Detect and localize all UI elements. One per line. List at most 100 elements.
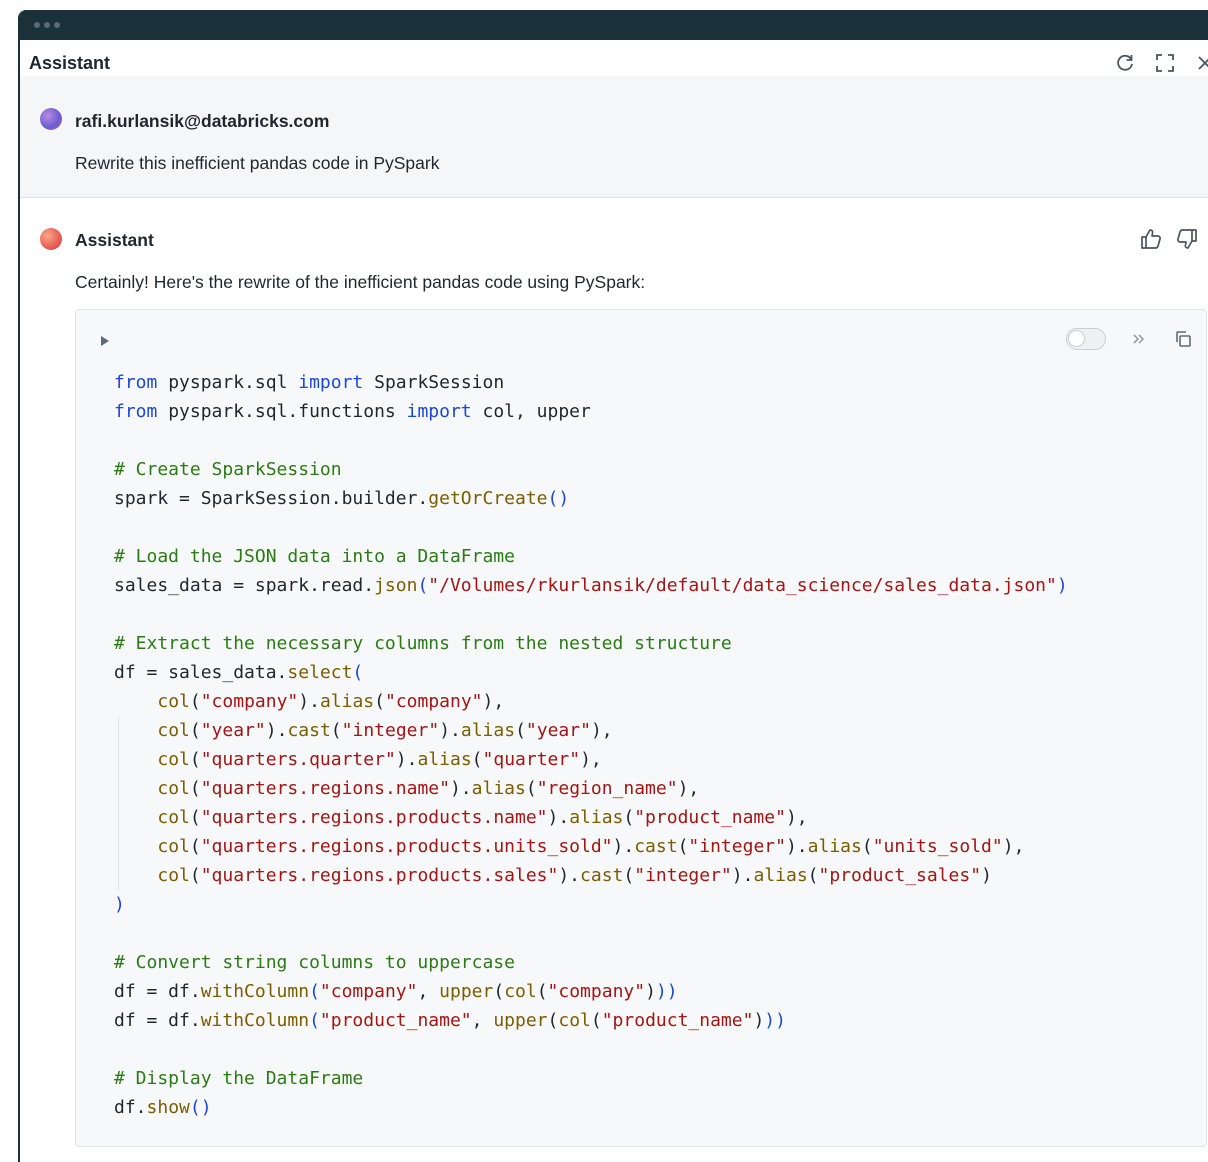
code-token: "year": [525, 720, 591, 741]
code-token: "region_name": [536, 778, 678, 799]
assistant-avatar: [40, 228, 62, 250]
code-line: df = sales_data.select(: [114, 658, 1068, 687]
code-token: pyspark.sql: [157, 372, 299, 393]
code-line: col("quarters.quarter").alias("quarter")…: [114, 745, 1068, 774]
code-token: "company": [319, 981, 418, 1002]
code-token: "year": [200, 720, 266, 741]
run-code-icon[interactable]: [100, 334, 112, 348]
code-token: ): [114, 894, 125, 915]
code-line: # Display the DataFrame: [114, 1064, 1068, 1093]
code-line: # Convert string columns to uppercase: [114, 948, 1068, 977]
code-line: col("year").cast("integer").alias("year"…: [114, 716, 1068, 745]
code-line: ): [114, 890, 1068, 919]
assistant-message-text: Certainly! Here's the rewrite of the ine…: [75, 272, 646, 292]
code-block-tools: [1066, 328, 1194, 350]
code-token: ).: [439, 720, 461, 741]
code-token: ).: [395, 749, 418, 770]
code-token: ),: [482, 691, 505, 712]
code-token: "quarters.regions.products.sales": [200, 865, 559, 886]
code-token: "quarters.regions.name": [200, 778, 450, 799]
code-line: df.show(): [114, 1093, 1068, 1122]
code-token: (: [189, 865, 201, 886]
code-token: upper: [439, 981, 494, 1002]
code-token: from: [114, 372, 158, 393]
code-token: (: [515, 720, 526, 741]
thumbs-down-icon[interactable]: [1174, 226, 1200, 252]
code-token: pyspark.sql.functions: [157, 401, 407, 422]
user-message: rafi.kurlansik@databricks.com Rewrite th…: [20, 76, 1208, 198]
insert-code-icon[interactable]: [1128, 328, 1150, 350]
code-token: select: [287, 662, 353, 683]
assistant-message-author: Assistant: [75, 230, 154, 250]
code-token: (): [189, 1097, 212, 1118]
code-token: col: [157, 778, 190, 799]
code-token: ): [981, 865, 992, 886]
code-token: ): [1056, 575, 1068, 596]
code-token: col, upper: [471, 401, 591, 422]
code-token: ).: [449, 778, 472, 799]
code-token: spark = SparkSession.builder.: [114, 488, 429, 509]
code-token: ): [753, 1010, 765, 1031]
code-token: "company": [384, 691, 483, 712]
code-token: ).: [785, 836, 808, 857]
copy-icon[interactable]: [1172, 328, 1194, 350]
code-token: "product_sales": [818, 865, 982, 886]
code-token: ,: [471, 1010, 494, 1031]
code-token: upper: [493, 1010, 548, 1031]
code-token: "quarters.regions.products.name": [200, 807, 548, 828]
code-token: show: [146, 1097, 190, 1118]
code-token: cast: [287, 720, 331, 741]
code-token: "quarters.quarter": [200, 749, 396, 770]
code-token: df.: [114, 1097, 147, 1118]
code-token: col: [157, 749, 190, 770]
code-token: (: [536, 981, 548, 1002]
code-line: from pyspark.sql import SparkSession: [114, 368, 1068, 397]
code-token: "quarter": [482, 749, 581, 770]
code-line: col("company").alias("company"),: [114, 687, 1068, 716]
code-token: "product_name": [601, 1010, 754, 1031]
thumbs-up-icon[interactable]: [1138, 226, 1164, 252]
code-toggle[interactable]: [1066, 328, 1106, 350]
code-token: df = df.: [114, 1010, 201, 1031]
code-token: (: [417, 575, 429, 596]
user-message-author: rafi.kurlansik@databricks.com: [75, 111, 330, 131]
code-token: # Create SparkSession: [114, 459, 342, 480]
code-token: (: [623, 807, 635, 828]
feedback-actions: [1138, 226, 1200, 252]
code-token: ),: [785, 807, 808, 828]
code-line: # Extract the necessary columns from the…: [114, 629, 1068, 658]
code-token: sales_data = spark.read.: [114, 575, 375, 596]
code-token: ),: [677, 778, 700, 799]
code-token: col: [504, 981, 537, 1002]
code-token: (: [189, 691, 201, 712]
code-token: withColumn: [200, 1010, 310, 1031]
code-token: "product_name": [634, 807, 786, 828]
code-token: "quarters.regions.products.units_sold": [200, 836, 613, 857]
code-token: )): [655, 981, 678, 1002]
code-token: "company": [547, 981, 646, 1002]
user-avatar: [40, 108, 62, 130]
code-line: df = df.withColumn("product_name", upper…: [114, 1006, 1068, 1035]
code-line: col("quarters.regions.products.sales").c…: [114, 861, 1068, 890]
code-token: ),: [1002, 836, 1025, 857]
code-token: SparkSession: [363, 372, 505, 393]
code-token: alias: [417, 749, 472, 770]
code-content: from pyspark.sql import SparkSession from…: [114, 368, 1068, 1122]
code-token: ,: [417, 981, 440, 1002]
code-token: col: [157, 691, 190, 712]
code-token: alias: [753, 865, 808, 886]
code-token: col: [157, 720, 190, 741]
code-token: alias: [569, 807, 624, 828]
code-line: spark = SparkSession.builder.getOrCreate…: [114, 484, 1068, 513]
code-line: df = df.withColumn("company", upper(col(…: [114, 977, 1068, 1006]
code-token: (: [330, 720, 342, 741]
code-token: (: [309, 981, 320, 1002]
code-token: (: [189, 778, 201, 799]
